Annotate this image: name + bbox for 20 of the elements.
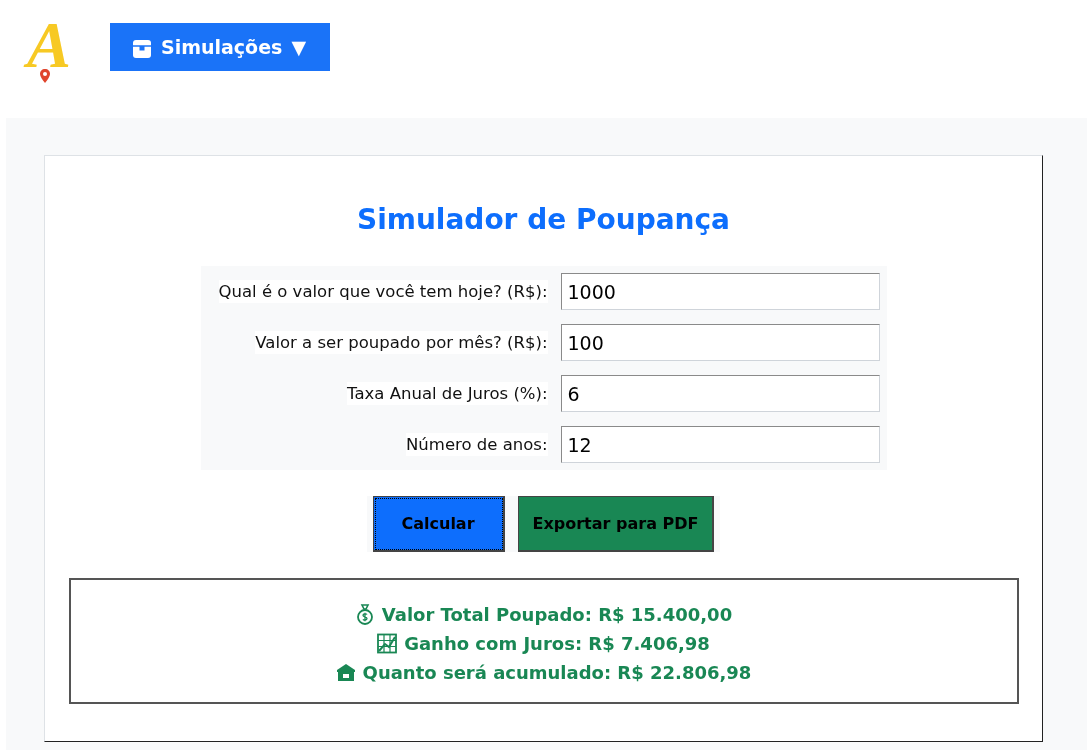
money-bag-icon bbox=[354, 604, 375, 625]
result-text: Quanto será acumulado: R$ 22.806,98 bbox=[362, 662, 752, 683]
input-field[interactable]: 6 bbox=[560, 375, 880, 412]
page-title: Simulador de Poupança bbox=[356, 202, 730, 238]
input-field[interactable]: 1000 bbox=[560, 273, 880, 310]
result-text: Valor Total Poupado: R$ 15.400,00 bbox=[381, 604, 733, 625]
input-field[interactable]: 12 bbox=[560, 426, 880, 463]
calculate-button[interactable]: Calcular bbox=[372, 496, 505, 552]
field-label: Taxa Anual de Juros (%): bbox=[347, 382, 548, 405]
export-button[interactable]: Exportar para PDF bbox=[517, 496, 715, 552]
box-icon bbox=[132, 39, 152, 59]
result-text: Ganho com Juros: R$ 7.406,98 bbox=[404, 633, 710, 654]
logo: A bbox=[18, 11, 80, 83]
house-icon bbox=[335, 662, 356, 683]
field-label: Valor a ser poupado por mês? (R$): bbox=[255, 331, 548, 354]
input-field[interactable]: 100 bbox=[560, 324, 880, 361]
field-label: Número de anos: bbox=[406, 433, 548, 456]
simulations-menu-button[interactable]: Simulações ▼ bbox=[110, 23, 330, 71]
field-label: Qual é o valor que você tem hoje? (R$): bbox=[218, 280, 548, 303]
chart-grid-icon bbox=[377, 633, 398, 654]
